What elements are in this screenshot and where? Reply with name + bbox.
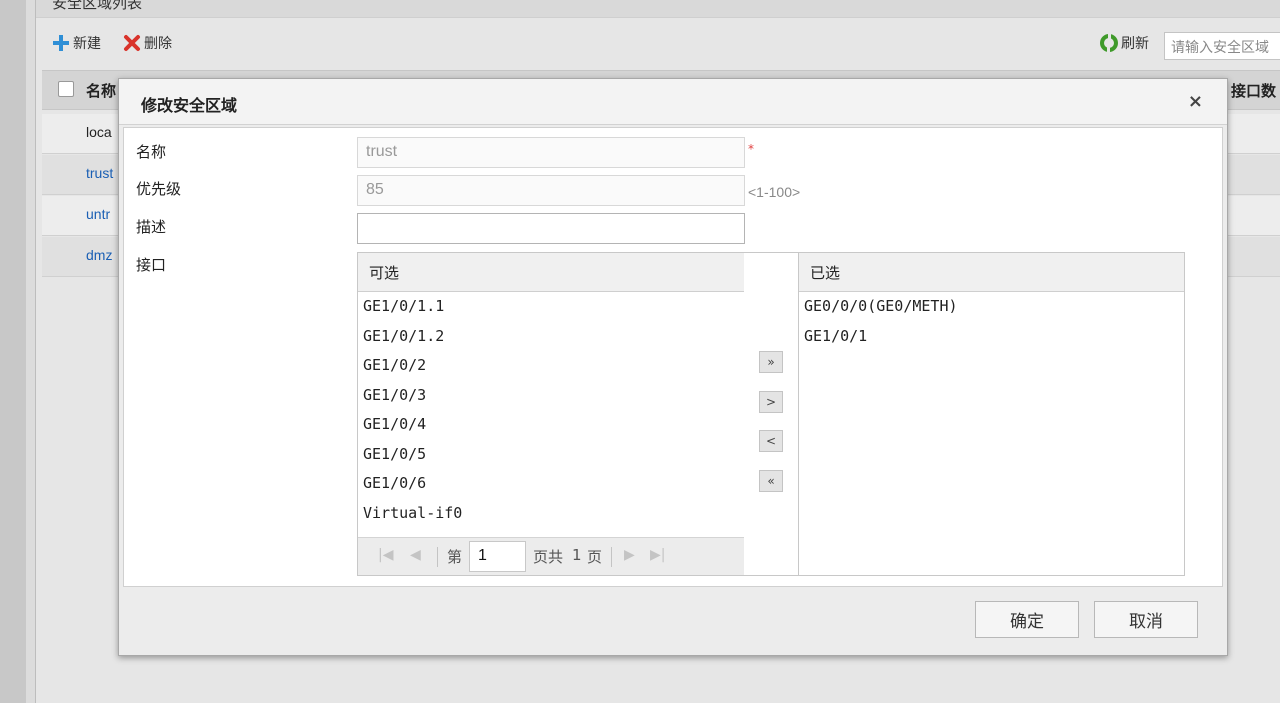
priority-range-hint: <1-100> bbox=[748, 184, 801, 200]
list-item[interactable]: GE1/0/3 bbox=[358, 381, 744, 411]
select-all-checkbox[interactable] bbox=[58, 81, 74, 97]
list-item[interactable]: GE1/0/1.1 bbox=[358, 292, 744, 322]
zone-name-link[interactable]: trust bbox=[86, 165, 113, 181]
cancel-button[interactable]: 取消 bbox=[1094, 601, 1198, 638]
delete-x-icon bbox=[123, 34, 141, 52]
list-item[interactable]: GE1/0/6 bbox=[358, 469, 744, 499]
remove-all-button[interactable]: « bbox=[759, 470, 783, 492]
pager-suffix: 页共 bbox=[533, 548, 564, 566]
selected-list-header: 已选 bbox=[799, 253, 1184, 292]
description-field[interactable] bbox=[357, 213, 745, 244]
add-all-button[interactable]: » bbox=[759, 351, 783, 373]
selected-interfaces-list: 已选 GE0/0/0(GE0/METH) GE1/0/1 bbox=[798, 252, 1185, 576]
description-label: 描述 bbox=[136, 218, 167, 236]
interface-label: 接口 bbox=[136, 256, 167, 274]
edit-zone-dialog: 修改安全区域 × 名称 trust * 优先级 85 <1-100> 描述 接口… bbox=[118, 78, 1228, 656]
list-item[interactable]: GE1/0/4 bbox=[358, 410, 744, 440]
prev-page-icon[interactable]: ◀ bbox=[410, 547, 421, 563]
list-item[interactable]: GE1/0/1.2 bbox=[358, 322, 744, 352]
priority-label: 优先级 bbox=[136, 180, 182, 198]
list-item[interactable]: Virtual-if0 bbox=[358, 499, 744, 529]
list-item[interactable]: GE1/0/5 bbox=[358, 440, 744, 470]
move-buttons-column: » > < « bbox=[744, 252, 800, 576]
panel-title-bar: 安全区域列表 bbox=[36, 0, 1280, 18]
first-page-icon[interactable]: |◀ bbox=[378, 547, 393, 563]
toolbar: 新建 删除 刷新 请输入安全区域 bbox=[36, 26, 1280, 62]
priority-field[interactable]: 85 bbox=[357, 175, 745, 206]
pager: |◀ ◀ 第 1 页共 1 页 ▶ ▶| bbox=[358, 537, 744, 575]
col-interface-count-header: 接口数 bbox=[1230, 82, 1276, 100]
required-mark: * bbox=[748, 142, 754, 156]
refresh-button[interactable]: 刷新 bbox=[1100, 33, 1149, 53]
name-label: 名称 bbox=[136, 143, 167, 161]
pager-total: 1 bbox=[572, 546, 582, 564]
remove-button[interactable]: < bbox=[759, 430, 783, 452]
refresh-icon bbox=[1100, 34, 1118, 52]
new-button[interactable]: 新建 bbox=[52, 33, 101, 53]
pager-prefix: 第 bbox=[447, 548, 463, 566]
add-button[interactable]: > bbox=[759, 391, 783, 413]
delete-button[interactable]: 删除 bbox=[123, 33, 172, 53]
panel-title: 安全区域列表 bbox=[52, 0, 143, 12]
left-sidebar-strip bbox=[0, 0, 26, 703]
dialog-title: 修改安全区域 bbox=[141, 96, 238, 115]
page-number-input[interactable]: 1 bbox=[469, 541, 526, 572]
list-item[interactable]: GE1/0/1 bbox=[799, 322, 1184, 352]
refresh-button-label: 刷新 bbox=[1121, 36, 1149, 52]
ok-button[interactable]: 确定 bbox=[975, 601, 1079, 638]
available-list-header: 可选 bbox=[358, 253, 744, 292]
delete-button-label: 删除 bbox=[144, 36, 172, 52]
left-sidebar-border bbox=[26, 0, 36, 703]
list-item[interactable]: GE1/0/2 bbox=[358, 351, 744, 381]
pager-separator bbox=[437, 547, 438, 567]
dialog-header: 修改安全区域 × bbox=[119, 79, 1227, 125]
search-input[interactable]: 请输入安全区域 bbox=[1164, 32, 1280, 60]
plus-icon bbox=[52, 34, 70, 52]
name-field[interactable]: trust bbox=[357, 137, 745, 168]
next-page-icon[interactable]: ▶ bbox=[624, 547, 635, 563]
pager-separator bbox=[611, 547, 612, 567]
pager-unit: 页 bbox=[587, 548, 603, 566]
zone-name: loca bbox=[86, 124, 112, 140]
list-item[interactable]: GE0/0/0(GE0/METH) bbox=[799, 292, 1184, 322]
dialog-body: 名称 trust * 优先级 85 <1-100> 描述 接口 可选 GE1/0… bbox=[123, 127, 1223, 587]
col-name-header: 名称 bbox=[86, 82, 117, 100]
last-page-icon[interactable]: ▶| bbox=[650, 547, 665, 563]
new-button-label: 新建 bbox=[73, 36, 101, 52]
zone-name-link[interactable]: untr bbox=[86, 206, 110, 222]
close-icon[interactable]: × bbox=[1188, 91, 1203, 112]
zone-name-link[interactable]: dmz bbox=[86, 247, 112, 263]
available-interfaces-list: 可选 GE1/0/1.1 GE1/0/1.2 GE1/0/2 GE1/0/3 G… bbox=[357, 252, 745, 576]
